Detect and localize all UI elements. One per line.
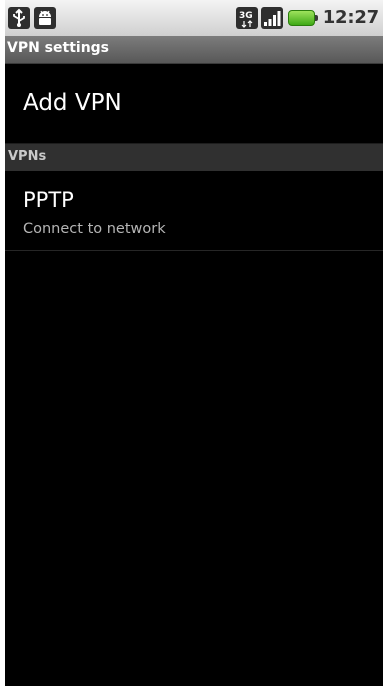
vpns-category-header: VPNs <box>5 144 383 171</box>
screen: 3G 12:27 VPN settings Add VPN VPNs PPTP … <box>5 0 383 686</box>
add-vpn-label: Add VPN <box>23 90 122 116</box>
android-icon <box>34 7 56 29</box>
svg-text:3G: 3G <box>239 11 253 21</box>
status-bar[interactable]: 3G 12:27 <box>5 0 383 36</box>
clock: 12:27 <box>322 7 379 28</box>
vpn-name: PPTP <box>23 188 74 212</box>
title-bar: VPN settings <box>5 36 383 64</box>
vpn-item-pptp[interactable]: PPTP Connect to network <box>5 171 383 251</box>
battery-icon <box>288 10 318 26</box>
vpn-status: Connect to network <box>23 221 166 237</box>
usb-icon <box>8 7 30 29</box>
vpns-header-label: VPNs <box>8 149 47 164</box>
signal-icon <box>261 7 283 29</box>
network-3g-icon: 3G <box>236 7 258 29</box>
page-title: VPN settings <box>7 40 110 56</box>
add-vpn-item[interactable]: Add VPN <box>5 64 383 144</box>
